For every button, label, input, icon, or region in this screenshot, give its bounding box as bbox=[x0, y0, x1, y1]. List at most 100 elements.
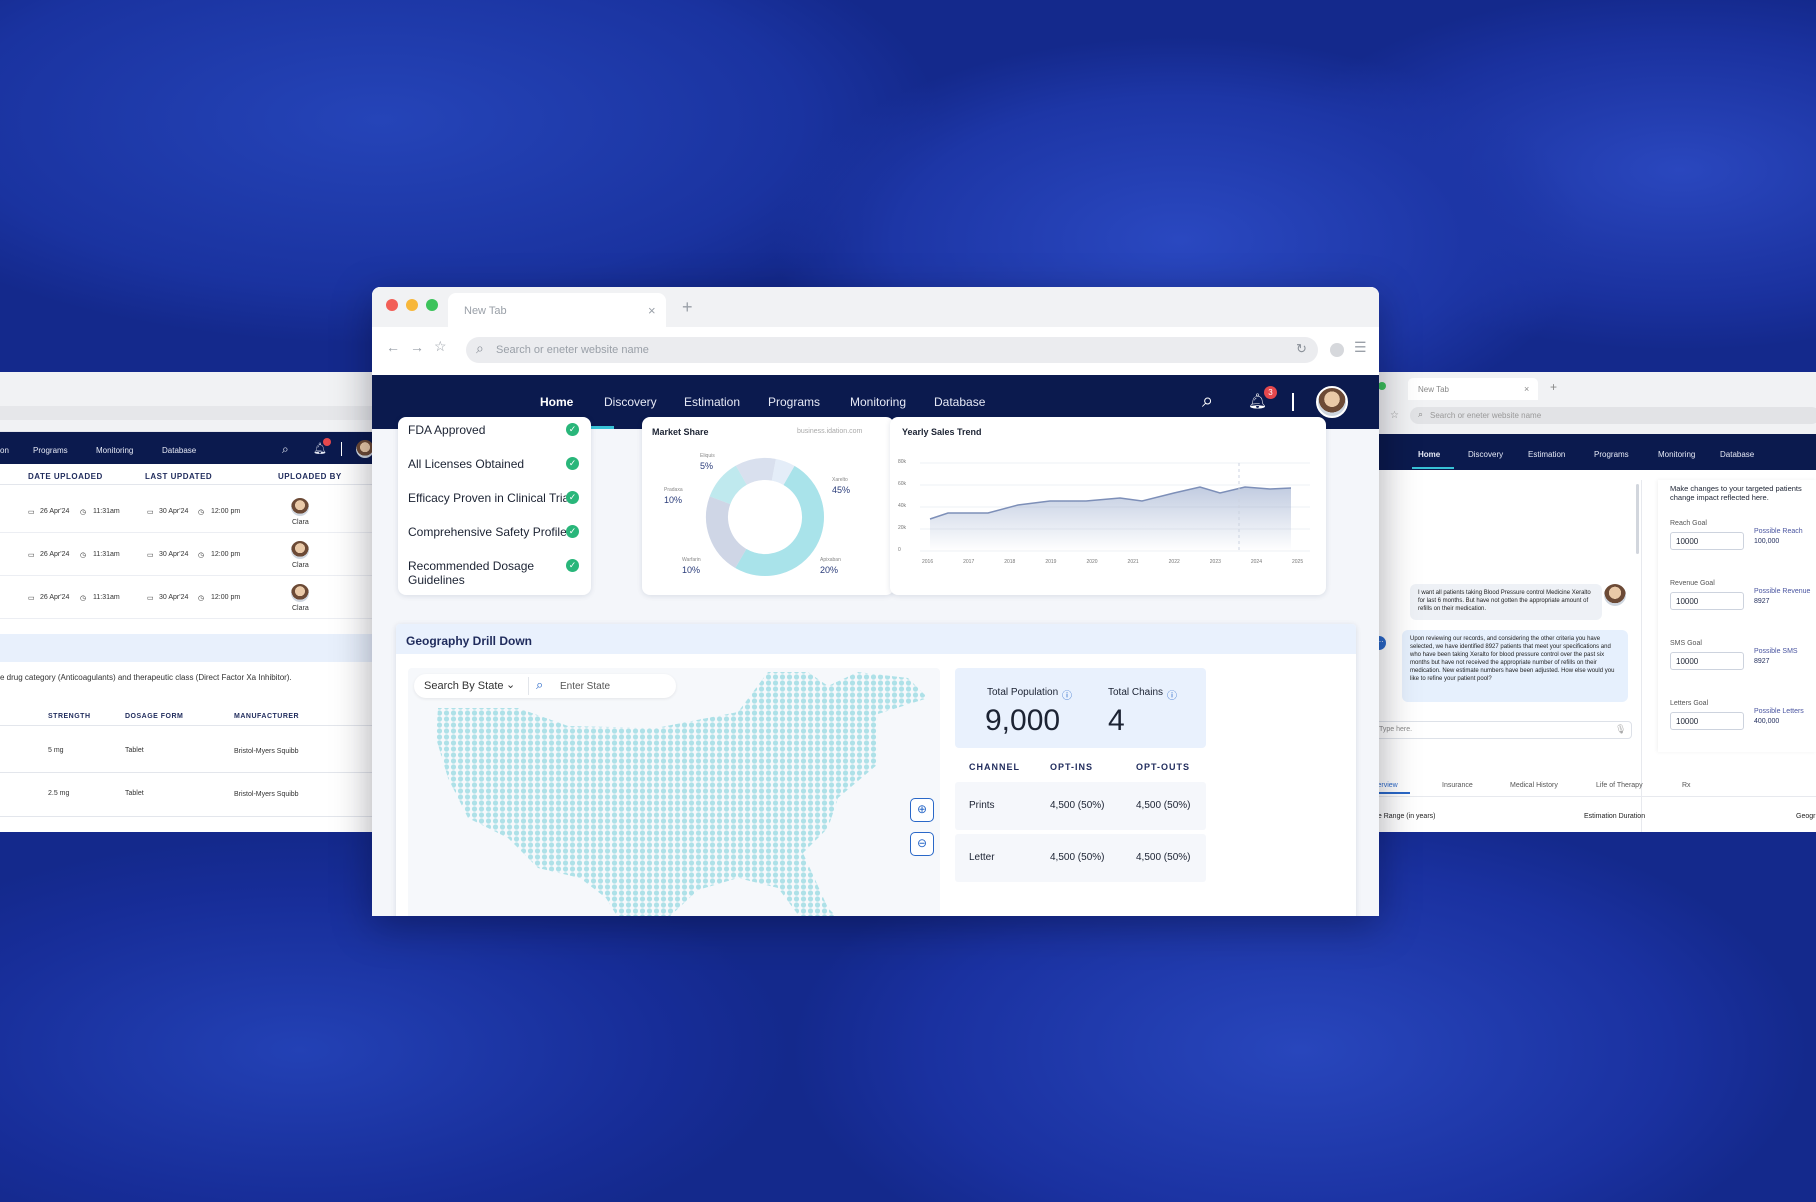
uploader-avatar bbox=[291, 584, 309, 602]
profile-circle-icon[interactable] bbox=[1330, 343, 1344, 357]
right-address-search-icon: ⌕ bbox=[1418, 409, 1424, 419]
window-zoom-dot[interactable] bbox=[1378, 382, 1386, 390]
divider bbox=[0, 484, 372, 485]
nav-estimation[interactable]: Estimation bbox=[684, 395, 740, 409]
x-tick: 2019 bbox=[1045, 559, 1057, 565]
uploader-avatar bbox=[291, 541, 309, 559]
date-updated: 30 Apr'24 bbox=[159, 594, 189, 601]
chevron-down-icon[interactable]: ⌄ bbox=[506, 678, 515, 691]
right-nav-monitoring[interactable]: Monitoring bbox=[1658, 450, 1695, 459]
left-nav-item[interactable]: on bbox=[0, 446, 9, 455]
tab-close-icon[interactable]: × bbox=[648, 303, 656, 318]
user-avatar[interactable] bbox=[1316, 386, 1348, 418]
left-nav-monitoring[interactable]: Monitoring bbox=[96, 446, 133, 455]
menu-icon[interactable]: ☰ bbox=[1354, 339, 1367, 356]
right-nav-database[interactable]: Database bbox=[1720, 450, 1754, 459]
window-minimize-dot[interactable] bbox=[406, 299, 418, 311]
right-bookmark-icon[interactable]: ☆ bbox=[1390, 410, 1399, 421]
nav-discovery[interactable]: Discovery bbox=[604, 395, 657, 409]
patient-tab[interactable]: Insurance bbox=[1442, 782, 1473, 789]
right-tab[interactable]: New Tab × bbox=[1408, 378, 1538, 400]
reload-icon[interactable]: ↻ bbox=[1296, 341, 1307, 357]
new-tab-icon[interactable]: + bbox=[682, 297, 693, 318]
x-tick: 2021 bbox=[1127, 559, 1139, 565]
divider bbox=[0, 575, 372, 576]
window-close-dot[interactable] bbox=[386, 299, 398, 311]
total-population-value: 9,000 bbox=[985, 704, 1061, 737]
left-search-icon[interactable]: ⌕ bbox=[282, 442, 289, 457]
market-share-donut bbox=[706, 458, 824, 576]
y-tick: 0 bbox=[898, 547, 901, 553]
left-user-avatar[interactable] bbox=[356, 440, 372, 458]
patient-tab[interactable]: Rx bbox=[1682, 782, 1691, 789]
left-address-bar[interactable] bbox=[0, 406, 372, 420]
goal-input[interactable]: 10000 bbox=[1670, 592, 1744, 610]
mic-icon[interactable]: 🎙︎ bbox=[1615, 724, 1626, 735]
bookmark-star-icon[interactable]: ☆ bbox=[434, 338, 447, 355]
browser-tab[interactable]: New Tab × bbox=[448, 293, 666, 327]
goal-label: Reach Goal bbox=[1670, 520, 1707, 527]
goal-input[interactable]: 10000 bbox=[1670, 532, 1744, 550]
total-population-label: Total Population bbox=[987, 687, 1059, 698]
forward-arrow-icon[interactable]: → bbox=[410, 339, 424, 355]
right-new-tab-icon[interactable]: + bbox=[1550, 380, 1557, 394]
nav-home[interactable]: Home bbox=[540, 395, 573, 409]
date-uploaded: 26 Apr'24 bbox=[40, 551, 70, 558]
y-tick: 20k bbox=[898, 525, 907, 531]
date-updated: 30 Apr'24 bbox=[159, 551, 189, 558]
segment-value: 5% bbox=[700, 461, 714, 471]
patient-tab[interactable]: Medical History bbox=[1510, 782, 1558, 789]
state-select[interactable]: Search By State bbox=[424, 680, 504, 692]
tab-title: New Tab bbox=[464, 305, 507, 317]
market-share-card: Market Share business.idation.com Xarelt… bbox=[642, 417, 894, 595]
possible-value: 8927 bbox=[1754, 658, 1770, 665]
patient-tab[interactable]: Life of Therapy bbox=[1596, 782, 1643, 789]
divider bbox=[0, 618, 372, 619]
check-icon: ✓ bbox=[566, 525, 579, 538]
chat-input[interactable]: Type here. 🎙︎ bbox=[1374, 721, 1632, 739]
x-tick: 2016 bbox=[922, 559, 934, 565]
segment-name: Eliquis bbox=[700, 453, 715, 459]
nav-database[interactable]: Database bbox=[934, 395, 985, 409]
left-nav-database[interactable]: Database bbox=[162, 446, 196, 455]
col-dosage-form: DOSAGE FORM bbox=[125, 713, 184, 720]
address-bar[interactable]: ⌕ Search or eneter website name ↻ bbox=[466, 337, 1318, 363]
right-tab-title: New Tab bbox=[1418, 385, 1449, 394]
right-tab-close-icon[interactable]: × bbox=[1524, 384, 1529, 394]
opt-ins-value: 4,500 (50%) bbox=[1050, 800, 1105, 811]
nav-divider bbox=[1292, 393, 1294, 411]
col-opt-outs: OPT-OUTS bbox=[1136, 762, 1191, 772]
search-icon[interactable]: ⌕ bbox=[1202, 390, 1213, 413]
possible-value: 8927 bbox=[1754, 598, 1770, 605]
zoom-out-icon[interactable]: ⊖ bbox=[910, 832, 934, 856]
right-nav-home[interactable]: Home bbox=[1418, 450, 1440, 459]
goal-input[interactable]: 10000 bbox=[1670, 712, 1744, 730]
divider bbox=[1374, 796, 1816, 797]
window-zoom-dot[interactable] bbox=[426, 299, 438, 311]
left-nav-programs[interactable]: Programs bbox=[33, 446, 68, 455]
x-tick: 2017 bbox=[963, 559, 975, 565]
right-nav-estimation[interactable]: Estimation bbox=[1528, 450, 1565, 459]
state-input[interactable]: Enter State bbox=[560, 681, 610, 692]
right-nav-discovery[interactable]: Discovery bbox=[1468, 450, 1503, 459]
right-address-bar[interactable]: ⌕ Search or eneter website name bbox=[1410, 407, 1816, 424]
back-arrow-icon[interactable]: ← bbox=[386, 339, 400, 355]
estimation-duration-label: Estimation Duration bbox=[1584, 813, 1646, 820]
nav-programs[interactable]: Programs bbox=[768, 395, 820, 409]
info-icon[interactable]: ⓘ bbox=[1062, 687, 1072, 702]
goal-input[interactable]: 10000 bbox=[1670, 652, 1744, 670]
chat-scrollbar[interactable] bbox=[1636, 484, 1639, 554]
geography-section: Geography Drill Down Search By State ⌄ ⌕… bbox=[396, 624, 1356, 916]
zoom-in-icon[interactable]: ⊕ bbox=[910, 798, 934, 822]
sales-trend-chart bbox=[920, 462, 1310, 552]
left-notification-badge bbox=[323, 438, 331, 446]
right-address-placeholder: Search or eneter website name bbox=[1430, 411, 1542, 420]
check-icon: ✓ bbox=[566, 559, 579, 572]
market-share-link[interactable]: business.idation.com bbox=[797, 428, 862, 435]
info-icon[interactable]: ⓘ bbox=[1167, 687, 1177, 702]
uploader-name: Clara bbox=[292, 605, 309, 612]
divider bbox=[0, 725, 372, 726]
nav-monitoring[interactable]: Monitoring bbox=[850, 395, 906, 409]
clock-icon: ◷ bbox=[80, 552, 87, 559]
right-nav-programs[interactable]: Programs bbox=[1594, 450, 1629, 459]
